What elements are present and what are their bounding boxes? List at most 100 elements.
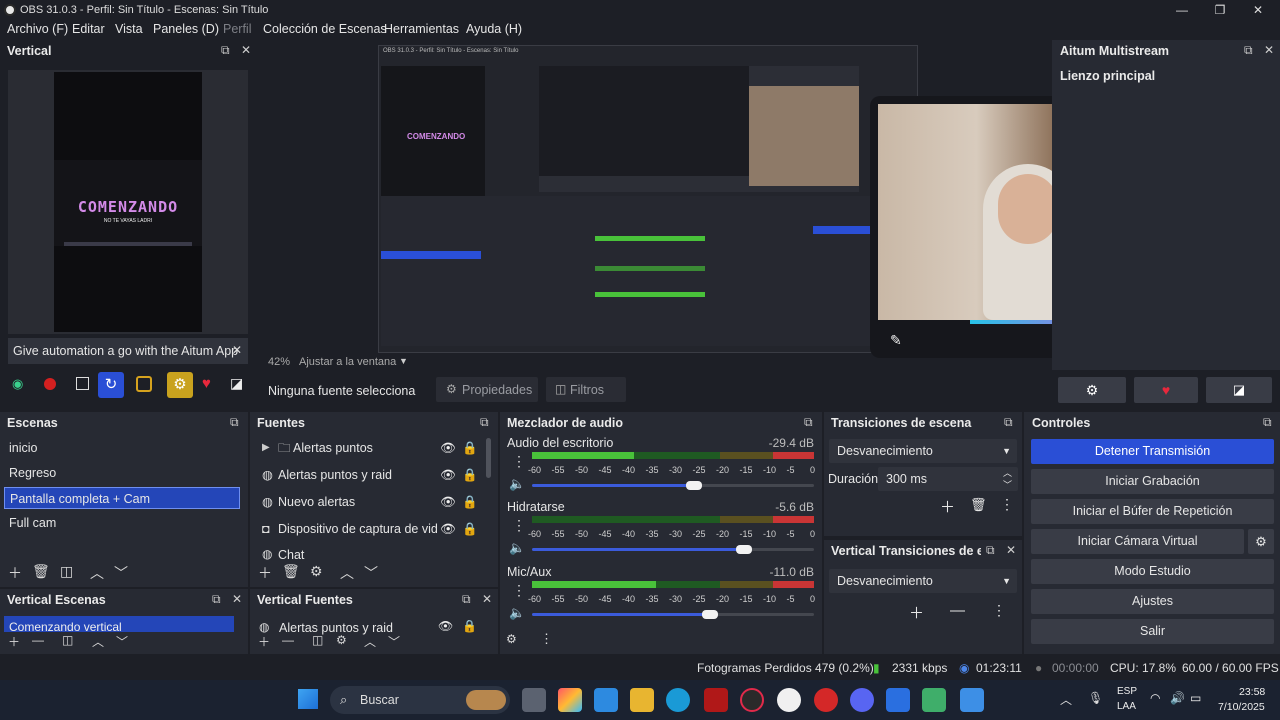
move-source-down-icon[interactable]: ﹀	[364, 563, 378, 583]
controls-undock-icon[interactable]: ⧉	[1263, 415, 1272, 430]
notepad-icon[interactable]	[922, 688, 946, 712]
filters-button[interactable]: ◫ Filtros	[546, 377, 626, 402]
replay-icon[interactable]: ↻	[98, 372, 124, 398]
language-bottom[interactable]: LAA	[1117, 701, 1136, 712]
speaker-icon[interactable]: 🔈	[509, 476, 525, 492]
vertical-sources-undock-icon[interactable]: ⧉	[462, 592, 471, 607]
vertical-preview-canvas[interactable]: COMENZANDO NO TE VAYAS LADRI	[54, 72, 202, 332]
menu-coleccion-escenas[interactable]: Colección de Escenas	[263, 22, 387, 36]
aitum-undock-icon[interactable]: ⧉	[1244, 43, 1253, 58]
aitum-discord-icon[interactable]: ◪	[1206, 377, 1272, 403]
screenshot-icon[interactable]	[136, 376, 152, 392]
task-view-icon[interactable]	[522, 688, 546, 712]
heart-icon[interactable]: ♥	[202, 375, 211, 392]
menu-ayuda[interactable]: Ayuda (H)	[466, 22, 522, 36]
discord-icon[interactable]: ◪	[230, 375, 243, 392]
settings-button[interactable]: Ajustes	[1031, 589, 1274, 614]
file-explorer-icon[interactable]	[630, 688, 654, 712]
add-transition-icon[interactable]: ＋	[940, 496, 955, 517]
menu-editar[interactable]: Editar	[72, 22, 105, 36]
record-icon[interactable]	[44, 378, 56, 390]
remove-vertical-scene-icon[interactable]: —	[32, 633, 44, 647]
visibility-eye-icon[interactable]: 👁	[440, 490, 456, 514]
menu-herramientas[interactable]: Herramientas	[384, 22, 459, 36]
zoom-dropdown-icon[interactable]: ▼	[399, 356, 408, 366]
menu-paneles[interactable]: Paneles (D)	[153, 22, 219, 36]
transition-menu-icon[interactable]: ⋮	[1000, 496, 1014, 513]
remove-vertical-transition-icon[interactable]: —	[950, 602, 965, 619]
remove-scene-icon[interactable]: 🗑	[32, 563, 50, 580]
microphone-icon[interactable]: 🎙	[1088, 691, 1103, 705]
volume-slider-knob[interactable]	[702, 610, 719, 619]
spin-down-icon[interactable]: ﹀	[1003, 473, 1012, 497]
channel-menu-icon[interactable]: ⋮	[512, 453, 526, 470]
remove-vertical-source-icon[interactable]: —	[282, 633, 294, 647]
volume-track[interactable]	[532, 613, 711, 616]
scene-filters-icon[interactable]: ◫	[60, 563, 73, 580]
sources-scrollbar[interactable]	[486, 438, 491, 478]
visibility-eye-icon[interactable]: 👁	[440, 436, 456, 460]
channel-menu-icon[interactable]: ⋮	[512, 582, 526, 599]
expand-chevron-icon[interactable]: ▶	[262, 436, 270, 460]
volume-track[interactable]	[532, 548, 745, 551]
visibility-eye-icon[interactable]: 👁	[438, 619, 453, 633]
acrobat-icon[interactable]	[704, 688, 728, 712]
vertical-transitions-undock-icon[interactable]: ⧉	[986, 543, 995, 558]
vertical-transition-menu-icon[interactable]: ⋮	[992, 602, 1006, 619]
volume-slider-knob[interactable]	[736, 545, 753, 554]
scene-item-pantalla-completa-cam[interactable]: Pantalla completa + Cam	[4, 487, 240, 509]
start-virtual-camera-button[interactable]: Iniciar Cámara Virtual	[1031, 529, 1244, 554]
app-diamond-icon[interactable]	[886, 688, 910, 712]
visibility-eye-icon[interactable]: 👁	[440, 517, 456, 541]
menu-perfil[interactable]: Perfil	[223, 22, 251, 36]
sources-undock-icon[interactable]: ⧉	[480, 415, 489, 430]
windows-start-icon[interactable]	[298, 689, 318, 709]
mixer-undock-icon[interactable]: ⧉	[804, 415, 813, 430]
scene-item-regreso[interactable]: Regreso	[4, 462, 240, 484]
discord-taskbar-icon[interactable]	[850, 688, 874, 712]
stream-status-icon[interactable]: ◉	[12, 376, 30, 394]
properties-button[interactable]: ⚙ Propiedades	[436, 377, 538, 402]
vertical-transition-select[interactable]: Desvanecimiento ▼	[829, 569, 1017, 593]
lock-icon[interactable]: 🔒	[462, 619, 477, 633]
aitum-close-icon[interactable]: ✕	[1264, 43, 1274, 57]
add-source-icon[interactable]: ＋	[258, 563, 272, 583]
mixer-menu-icon[interactable]: ⋮	[540, 631, 553, 647]
vertical-scene-down-icon[interactable]: ﹀	[116, 633, 128, 650]
virtual-cam-icon[interactable]	[76, 377, 89, 390]
channel-menu-icon[interactable]: ⋮	[512, 517, 526, 534]
start-replay-buffer-button[interactable]: Iniciar el Búfer de Repetición	[1031, 499, 1274, 524]
move-scene-up-icon[interactable]: ︿	[90, 563, 104, 583]
close-window-button[interactable]: ✕	[1238, 1, 1278, 19]
add-vertical-source-icon[interactable]: ＋	[258, 633, 270, 650]
vertical-scene-filters-icon[interactable]: ◫	[62, 633, 73, 647]
speaker-icon[interactable]: 🔊	[1170, 691, 1185, 705]
speaker-icon[interactable]: 🔈	[509, 605, 525, 621]
source-row-alertas-puntos-raid[interactable]: ◍ Alertas puntos y raid 👁 🔒	[254, 463, 494, 487]
vertical-scene-item[interactable]: Comenzando vertical	[4, 616, 234, 632]
vertical-scene-up-icon[interactable]: ︿	[92, 633, 104, 650]
remove-transition-icon[interactable]: 🗑	[970, 497, 987, 513]
lock-icon[interactable]: 🔒	[462, 490, 478, 514]
minimize-button[interactable]: —	[1162, 1, 1202, 19]
vertical-scenes-close-icon[interactable]: ✕	[232, 592, 242, 606]
vertical-source-up-icon[interactable]: ︿	[364, 633, 376, 650]
battery-icon[interactable]: ▭	[1190, 691, 1201, 705]
scene-item-full-cam[interactable]: Full cam	[4, 512, 240, 534]
virtual-camera-settings-icon[interactable]: ⚙	[1248, 529, 1274, 554]
maximize-button[interactable]: ❐	[1200, 1, 1240, 19]
volume-track-rest[interactable]	[710, 613, 814, 616]
transition-select[interactable]: Desvanecimiento ▼	[829, 439, 1017, 463]
volume-track-rest[interactable]	[694, 484, 814, 487]
source-properties-icon[interactable]: ⚙	[310, 563, 323, 580]
volume-track-rest[interactable]	[744, 548, 814, 551]
scene-item-inicio[interactable]: inicio	[4, 437, 240, 459]
add-scene-icon[interactable]: ＋	[8, 563, 22, 583]
clock-date[interactable]: 7/10/2025	[1218, 701, 1265, 713]
paint-icon[interactable]	[960, 688, 984, 712]
opera-icon[interactable]	[740, 688, 764, 712]
stop-streaming-button[interactable]: Detener Transmisión	[1031, 439, 1274, 464]
add-vertical-scene-icon[interactable]: ＋	[8, 633, 20, 650]
vertical-source-filters-icon[interactable]: ◫	[312, 633, 323, 647]
studio-mode-button[interactable]: Modo Estudio	[1031, 559, 1274, 584]
